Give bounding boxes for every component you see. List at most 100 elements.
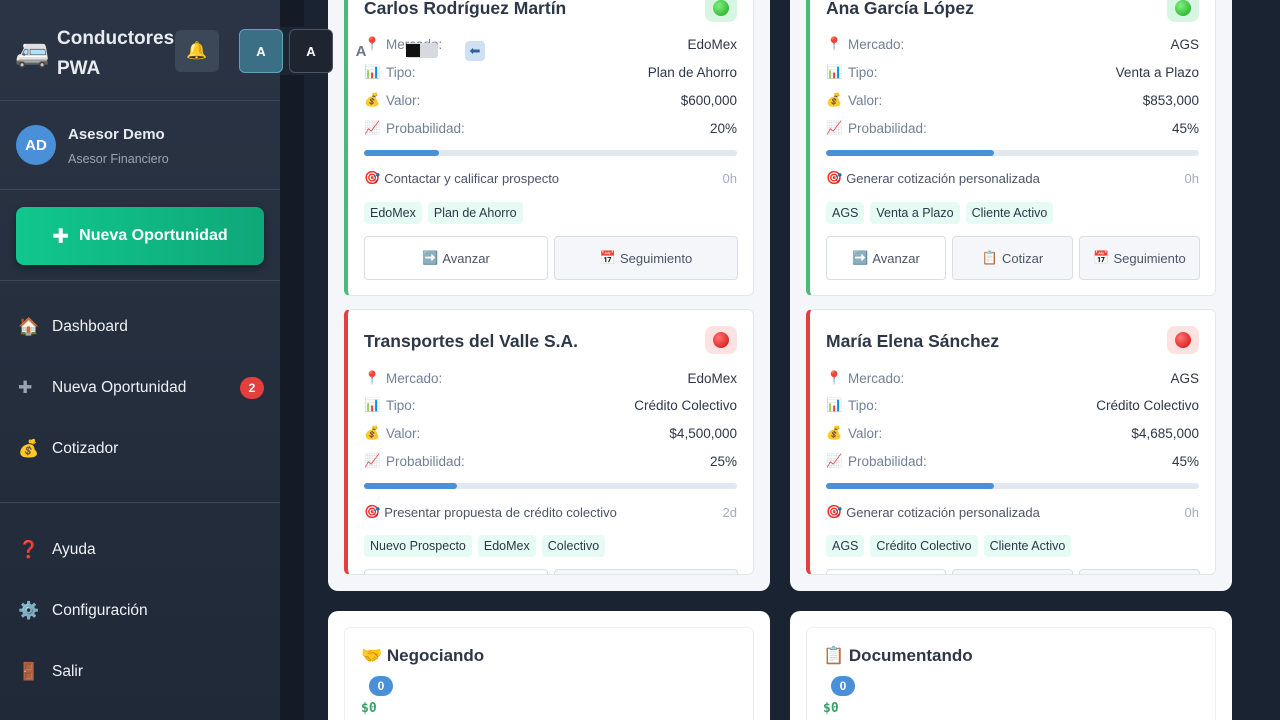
opportunity-card[interactable]: Ana García López 📍 Mercado: AGS 📊 Tipo: Vent… — [806, 0, 1216, 296]
door-icon: 🚪 — [18, 662, 40, 681]
brand-header: 🚐 Conductores PWA — [0, 0, 280, 101]
status-indicator-red — [1167, 326, 1199, 354]
tag: Cliente Activo — [965, 202, 1054, 224]
field-valor: 💰 Valor: $4,500,000 — [364, 425, 737, 441]
nav-item-dashboard[interactable]: 🏠 Dashboard — [0, 307, 280, 347]
clipboard-icon: 📋 — [981, 250, 998, 265]
tag-list: AGS Venta a Plazo Cliente Activo — [826, 202, 1054, 224]
field-mercado: 📍 Mercado: AGS — [826, 36, 1199, 52]
notification-badge: 2 — [240, 377, 264, 399]
tag: EdoMex — [477, 535, 536, 557]
arrow-right-icon: ➡️ — [422, 250, 439, 265]
bar-chart-icon: 📊 — [826, 397, 843, 412]
tag: Venta a Plazo — [870, 202, 960, 224]
nav-item-configuracion[interactable]: ⚙️ Configuración — [0, 591, 280, 631]
font-size-button[interactable]: A — [339, 29, 383, 73]
status-indicator-green — [705, 0, 737, 22]
seguimiento-button[interactable]: 📅 Seguimiento — [554, 236, 738, 280]
plus-icon: ✚ — [18, 378, 33, 397]
nav-label: Dashboard — [52, 318, 128, 335]
font-size-button[interactable]: A — [289, 29, 333, 73]
clipboard-icon: 📋 — [823, 646, 845, 665]
calendar-icon: 📅 — [599, 250, 616, 265]
back-arrow-icon[interactable]: ⬅ — [465, 41, 485, 61]
card-name: Ana García López — [826, 0, 974, 18]
tag: AGS — [826, 202, 865, 224]
money-bag-icon: 💰 — [18, 439, 40, 458]
avanzar-button[interactable]: ➡️ Avanzar — [364, 236, 548, 280]
tag: Crédito Colectivo — [870, 535, 978, 557]
cotizar-button[interactable]: 📋 Cotizar — [952, 236, 1073, 280]
tag: AGS — [826, 535, 865, 557]
opportunity-card[interactable]: Transportes del Valle S.A. 📍 Mercado: EdoM… — [344, 309, 754, 575]
bar-chart-icon: 📊 — [826, 64, 843, 79]
tag: Cliente Activo — [983, 535, 1072, 557]
handshake-icon: 🤝 — [361, 646, 383, 665]
tag-list: AGS Crédito Colectivo Cliente Activo — [826, 535, 1072, 557]
field-valor: 💰 Valor: $853,000 — [826, 92, 1199, 108]
field-mercado: 📍 Mercado: AGS — [826, 370, 1199, 386]
stage-column-documentando: 📋 Documentando 0 $0 — [790, 611, 1232, 720]
user-name: Asesor Demo — [68, 126, 165, 143]
target-icon: 🎯 — [364, 170, 381, 185]
probability-bar — [364, 150, 737, 156]
target-icon: 🎯 — [826, 504, 843, 519]
pin-icon: 📍 — [826, 370, 843, 385]
card-name: Carlos Rodríguez Martín — [364, 0, 567, 18]
field-probabilidad: 📈 Probabilidad: 25% — [364, 453, 737, 469]
avanzar-button[interactable]: ➡️ Avanzar — [826, 236, 946, 280]
house-icon: 🏠 — [18, 317, 40, 336]
nav-item-cotizador[interactable]: 💰 Cotizador — [0, 429, 280, 469]
target-icon: 🎯 — [826, 170, 843, 185]
money-bag-icon: 💰 — [826, 92, 843, 107]
nav-label: Ayuda — [52, 541, 96, 558]
font-size-button[interactable]: A — [239, 29, 283, 73]
probability-bar — [826, 150, 1199, 156]
stage-title: 🤝 Negociando — [361, 646, 485, 665]
stage-total: $0 — [823, 701, 839, 716]
nav-label: Nueva Oportunidad — [52, 379, 187, 396]
field-valor: 💰 Valor: $4,685,000 — [826, 425, 1199, 441]
trend-icon: 📈 — [826, 453, 843, 468]
next-task: 🎯 Contactar y calificar prospecto 0h — [364, 170, 737, 186]
probability-bar — [364, 483, 737, 489]
opportunity-card[interactable]: María Elena Sánchez 📍 Mercado: AGS 📊 Tipo: C… — [806, 309, 1216, 575]
pin-icon: 📍 — [364, 370, 381, 385]
nav-label: Salir — [52, 663, 84, 680]
probability-fill — [826, 150, 994, 156]
pin-icon: 📍 — [826, 36, 843, 51]
field-tipo: 📊 Tipo: Crédito Colectivo — [364, 397, 737, 413]
tag-list: EdoMex Plan de Ahorro — [364, 202, 523, 224]
nav-item-nueva-oportunidad[interactable]: ✚ Nueva Oportunidad 2 — [0, 368, 280, 408]
avatar[interactable]: AD — [16, 125, 56, 165]
card-button[interactable] — [554, 569, 738, 574]
probability-fill — [826, 483, 994, 489]
field-probabilidad: 📈 Probabilidad: 20% — [364, 120, 737, 136]
trend-icon: 📈 — [826, 120, 843, 135]
contrast-toggle-knob — [406, 44, 420, 57]
seguimiento-button[interactable]: 📅 Seguimiento — [1079, 236, 1200, 280]
nav-item-salir[interactable]: 🚪 Salir — [0, 652, 280, 692]
brand-title: Conductores PWA — [57, 28, 175, 79]
next-task: 🎯 Generar cotización personalizada 0h — [826, 170, 1199, 186]
stage-count-badge: 0 — [369, 676, 393, 696]
new-opportunity-button[interactable]: ✚ Nueva Oportunidad — [16, 207, 264, 265]
field-tipo: 📊 Tipo: Crédito Colectivo — [826, 397, 1199, 413]
money-bag-icon: 💰 — [826, 425, 843, 440]
nav-label: Cotizador — [52, 440, 119, 457]
card-button[interactable] — [1079, 569, 1200, 574]
notifications-bell-button[interactable]: 🔔 — [175, 30, 219, 72]
stage-total: $0 — [361, 701, 377, 716]
tag: Nuevo Prospecto — [364, 535, 472, 557]
card-button[interactable] — [952, 569, 1073, 574]
trend-icon: 📈 — [364, 120, 381, 135]
tag: Colectivo — [541, 535, 606, 557]
status-indicator-red — [705, 326, 737, 354]
card-button[interactable] — [364, 569, 548, 574]
nav-item-ayuda[interactable]: ❓ Ayuda — [0, 530, 280, 570]
field-tipo: 📊 Tipo: Venta a Plazo — [826, 64, 1199, 80]
stage-header: 🤝 Negociando 0 $0 — [344, 627, 754, 720]
gear-icon: ⚙️ — [18, 601, 40, 620]
card-button[interactable] — [826, 569, 946, 574]
field-probabilidad: 📈 Probabilidad: 45% — [826, 453, 1199, 469]
